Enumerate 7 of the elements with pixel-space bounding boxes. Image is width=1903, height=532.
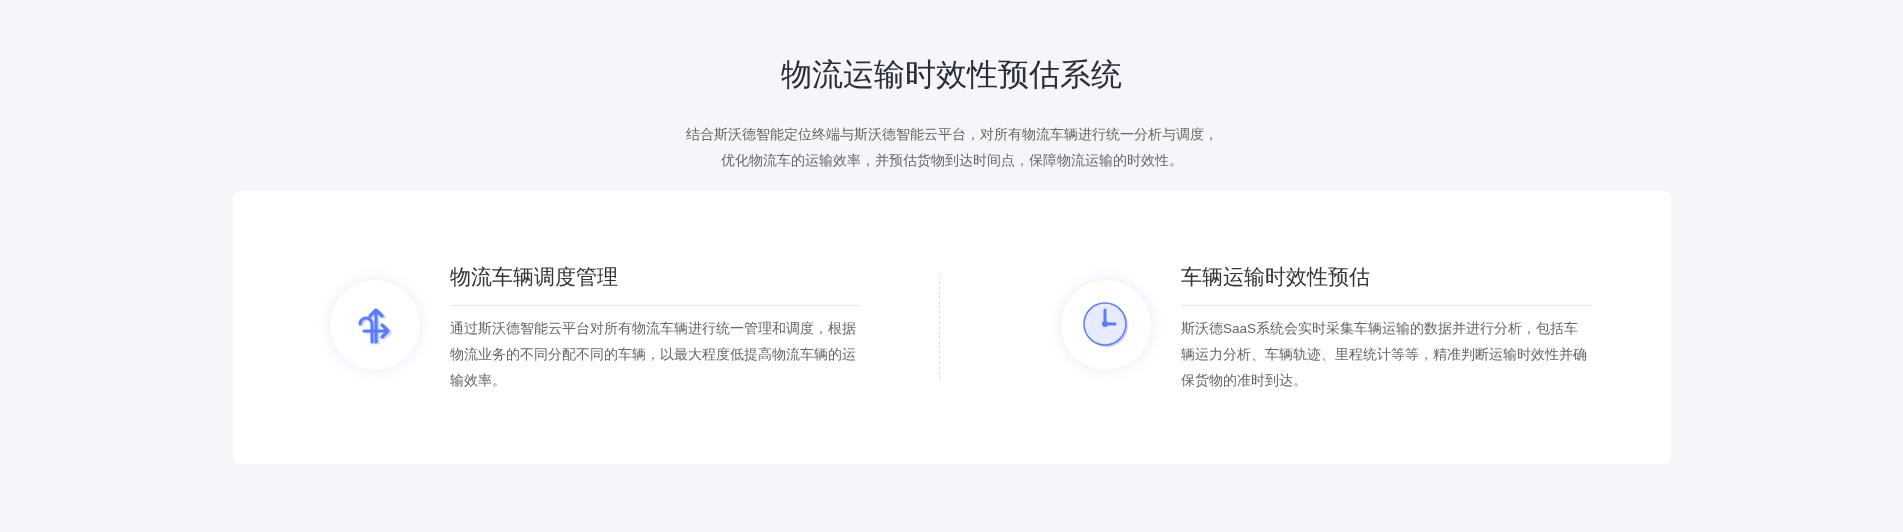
page-title: 物流运输时效性预估系统	[781, 56, 1122, 94]
feature-text: 通过斯沃德智能云平台对所有物流车辆进行统一管理和调度，根据物流业务的不同分配不同的车辆，以最大程度低提高物流车辆的运输效率。	[449, 320, 857, 390]
feature-text: 斯沃德SaaS系统会实时采集车辆运输的数据并进行分析，包括车辆运力分析、车辆轨迹、里程统计等等，精准判断运输时效性并确保货物的准时到达。	[1181, 320, 1588, 390]
clock-icon	[1082, 301, 1130, 349]
feature-title: 车辆运输时效性预估	[1181, 261, 1591, 306]
intro-text: 结合斯沃德智能定位终端与斯沃德智能云平台，对所有物流车辆进行统一分析与调度， 优化物流车的运输效率，并预估货物到达时间点，保障物流运输的时效性。	[685, 125, 1218, 170]
feature-title: 物流车辆调度管理	[449, 261, 860, 306]
